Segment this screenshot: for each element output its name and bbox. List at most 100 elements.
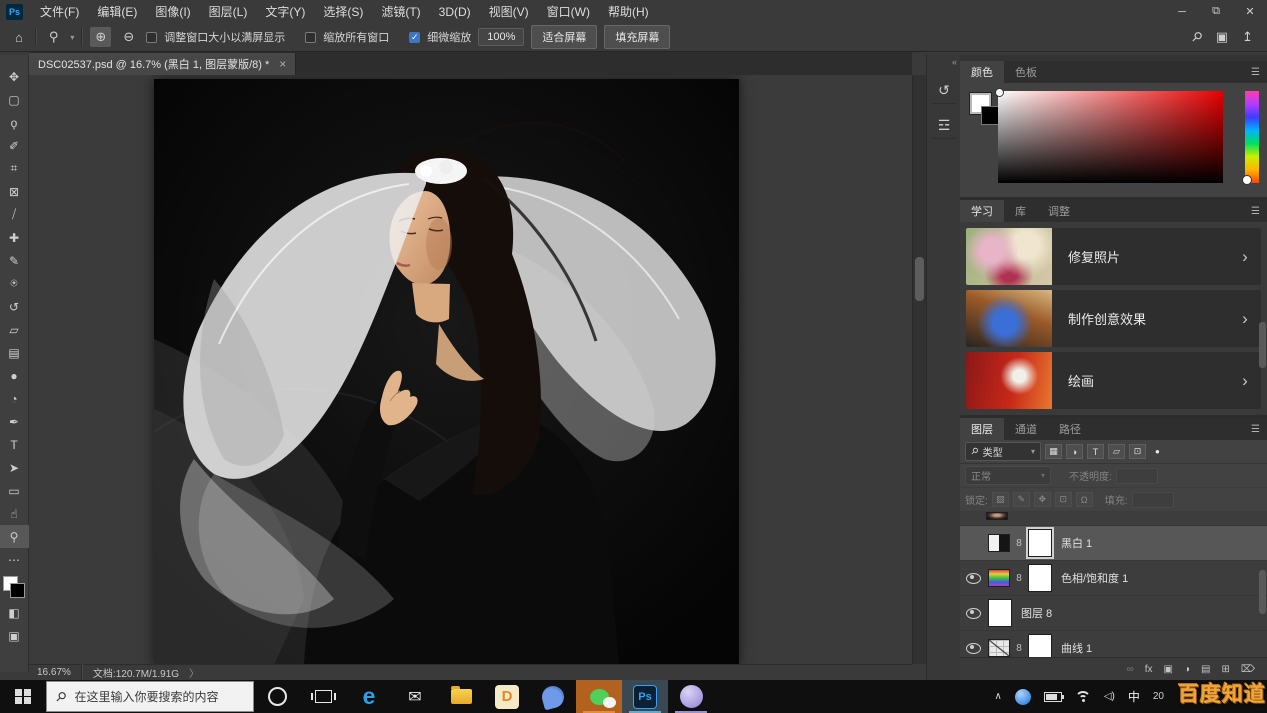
zoom-out-button[interactable]: ⊖ [118,27,139,47]
eyedropper-tool[interactable]: ⧸ [0,203,29,226]
history-panel-icon[interactable]: ↺ [931,77,957,104]
visibility-toggle[interactable] [963,608,983,619]
lock-pixels-icon[interactable]: ✎ [1013,492,1030,507]
minimize-icon[interactable]: ─ [1165,0,1199,23]
properties-panel-icon[interactable]: ☲ [931,112,957,139]
layer-name[interactable]: 色相/饱和度 1 [1061,570,1128,586]
pen-tool[interactable]: ✒ [0,410,29,433]
menu-layer[interactable]: 图层(L) [200,0,257,23]
zoom-tool-icon[interactable]: ⚲ [44,27,64,47]
zoom-tool[interactable]: ⚲ [0,525,29,548]
lasso-tool[interactable]: ϙ [0,111,29,134]
zoom-percent-field[interactable]: 100% [478,28,524,46]
start-button[interactable] [0,680,46,713]
panel-menu-icon[interactable]: ☰ [1251,424,1267,435]
menu-image[interactable]: 图像(I) [146,0,199,23]
background-color-swatch[interactable] [10,583,25,598]
screen-mode-button[interactable]: ▣ [0,624,29,647]
quick-mask-button[interactable]: ◧ [0,601,29,624]
layer-styles-icon[interactable]: fx [1145,664,1153,675]
opacity-field[interactable] [1116,468,1158,484]
cortana-button[interactable] [254,680,300,713]
menu-edit[interactable]: 编辑(E) [88,0,146,23]
mask-link-icon[interactable]: 8 [1015,573,1023,584]
tab-swatches[interactable]: 色板 [1004,61,1048,83]
tab-adjustments[interactable]: 调整 [1037,200,1081,222]
home-icon[interactable]: ⌂ [10,28,28,47]
lock-artboard-icon[interactable]: ⊡ [1055,492,1072,507]
workspace-icon[interactable]: ▣ [1216,29,1228,45]
fill-screen-button[interactable]: 填充屏幕 [604,25,670,49]
task-view-button[interactable] [300,680,346,713]
ime-indicator[interactable]: 中 [1128,688,1140,705]
canvas-image[interactable] [154,79,739,664]
tab-channels[interactable]: 通道 [1004,418,1048,440]
scrollbar-thumb[interactable] [1259,322,1266,368]
layer-mask-thumbnail[interactable] [1028,529,1052,557]
layer-name[interactable]: 黑白 1 [1061,535,1092,551]
menu-select[interactable]: 选择(S) [314,0,372,23]
mask-link-icon[interactable]: 8 [1015,643,1023,654]
menu-view[interactable]: 视图(V) [480,0,538,23]
link-layers-icon[interactable]: ∞ [1127,664,1134,675]
wechat-button[interactable] [576,680,622,713]
filter-toggle-icon[interactable]: ● [1155,447,1160,456]
delete-layer-icon[interactable]: ⌦ [1241,664,1255,675]
lock-all-icon[interactable]: Ω [1076,492,1093,507]
canvas-viewport[interactable] [29,75,912,664]
new-group-icon[interactable]: ▤ [1201,664,1210,675]
color-field-marker[interactable] [995,88,1004,97]
zoom-in-button[interactable]: ⊕ [90,27,111,47]
thunder-button[interactable] [530,680,576,713]
add-mask-icon[interactable]: ▣ [1164,664,1173,675]
panel-menu-icon[interactable]: ☰ [1251,67,1267,78]
volume-icon[interactable]: ◁) [1104,691,1115,702]
eraser-tool[interactable]: ▱ [0,318,29,341]
layer-mask-thumbnail[interactable] [1028,564,1052,592]
huesat-adjustment-icon[interactable] [988,569,1010,587]
chevron-down-icon[interactable]: ▾ [70,33,74,42]
d-app-button[interactable]: D [484,680,530,713]
scrollbar-thumb[interactable] [915,257,924,301]
scrollbar-thumb[interactable] [1259,570,1266,614]
layer-row-image[interactable]: 图层 8 [960,596,1267,631]
document-tab[interactable]: DSC02537.psd @ 16.7% (黑白 1, 图层蒙版/8) * × [29,53,296,75]
layer-thumbnail[interactable] [988,599,1012,627]
mail-button[interactable]: ✉ [392,680,438,713]
tab-learn[interactable]: 学习 [960,200,1004,222]
menu-3d[interactable]: 3D(D) [430,0,480,23]
tab-close-icon[interactable]: × [279,57,286,71]
filter-shape-layers-icon[interactable]: ▱ [1108,444,1125,459]
fit-screen-button[interactable]: 适合屏幕 [531,25,597,49]
hand-tool[interactable]: ☝ [0,502,29,525]
layer-mask-thumbnail[interactable] [1028,634,1052,657]
layer-row-blackwhite[interactable]: 8 黑白 1 [960,526,1267,561]
filter-adjustment-layers-icon[interactable]: ◑ [1066,444,1083,459]
lock-position-icon[interactable]: ✥ [1034,492,1051,507]
learn-card-retouch[interactable]: 修复照片 › [966,228,1261,285]
filter-type-layers-icon[interactable]: T [1087,444,1104,459]
path-selection-tool[interactable]: ➤ [0,456,29,479]
resize-windows-checkbox[interactable] [146,32,157,43]
tab-paths[interactable]: 路径 [1048,418,1092,440]
status-chevron-icon[interactable]: 〉 [189,665,199,680]
wifi-icon[interactable] [1075,691,1091,702]
filter-pixel-layers-icon[interactable]: ▦ [1045,444,1062,459]
layer-name[interactable]: 图层 8 [1021,605,1052,621]
hue-slider[interactable] [1245,91,1259,183]
brush-tool[interactable]: ✎ [0,249,29,272]
menu-type[interactable]: 文字(Y) [256,0,314,23]
tab-color[interactable]: 颜色 [960,61,1004,83]
curves-adjustment-icon[interactable] [988,639,1010,657]
learn-card-painting[interactable]: 绘画 › [966,352,1261,409]
layer-row-curves[interactable]: 8 曲线 1 [960,631,1267,657]
menu-help[interactable]: 帮助(H) [599,0,658,23]
close-icon[interactable]: ✕ [1233,0,1267,23]
gradient-tool[interactable]: ▤ [0,341,29,364]
history-brush-tool[interactable]: ↺ [0,295,29,318]
panel-menu-icon[interactable]: ☰ [1251,206,1267,217]
marquee-tool[interactable]: ▢ [0,88,29,111]
share-icon[interactable]: ↥ [1242,29,1253,45]
tray-expand-icon[interactable]: ∧ [995,691,1002,702]
layer-filter-type-dropdown[interactable]: ⚲ 类型 ▾ [965,442,1041,461]
